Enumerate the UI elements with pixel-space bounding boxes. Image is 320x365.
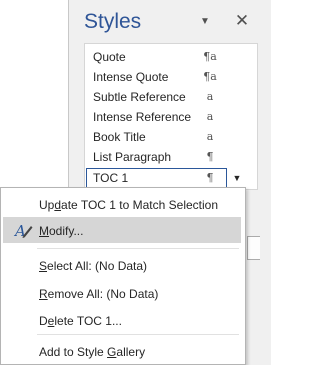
style-name: Intense Quote — [93, 70, 169, 84]
menu-separator — [37, 248, 239, 249]
style-item-toc-1[interactable]: TOC 1 ¶ ▼ — [85, 168, 257, 188]
menu-item-label: Remove All: (No Data) — [39, 287, 159, 301]
character-style-icon: a — [206, 130, 214, 143]
menu-item-add-to-gallery[interactable]: Add to Style Gallery — [3, 338, 241, 364]
style-context-menu: Update TOC 1 to Match Selection A Modify… — [0, 187, 246, 365]
menu-item-delete-style[interactable]: Delete TOC 1... — [3, 307, 241, 333]
caret-down-icon[interactable]: ▼ — [197, 15, 213, 29]
style-name: Book Title — [93, 130, 146, 144]
menu-item-remove-all[interactable]: Remove All: (No Data) — [3, 280, 241, 306]
menu-item-update-style[interactable]: Update TOC 1 to Match Selection — [3, 191, 241, 217]
style-item-quote[interactable]: Quote ¶a — [85, 47, 257, 67]
paragraph-char-icon: ¶a — [203, 70, 217, 83]
menu-item-modify[interactable]: A Modify... — [3, 217, 241, 243]
style-item-list-paragraph[interactable]: List Paragraph ¶ — [85, 147, 257, 167]
character-style-icon: a — [206, 90, 214, 103]
style-name: TOC 1 — [93, 171, 129, 185]
paragraph-style-icon: ¶ — [206, 150, 214, 163]
paragraph-char-icon: ¶a — [203, 50, 217, 63]
style-item-book-title[interactable]: Book Title a — [85, 127, 257, 147]
pane-title: Styles — [84, 10, 142, 33]
menu-item-label: Update TOC 1 to Match Selection — [39, 198, 219, 212]
menu-separator — [37, 334, 239, 335]
style-name: Intense Reference — [93, 110, 192, 124]
style-name: List Paragraph — [93, 150, 172, 164]
style-item-intense-reference[interactable]: Intense Reference a — [85, 107, 257, 127]
style-name: Quote — [93, 50, 126, 64]
menu-item-label: Delete TOC 1... — [39, 314, 122, 328]
style-item-intense-quote[interactable]: Intense Quote ¶a — [85, 67, 257, 87]
menu-item-label: Add to Style Gallery — [39, 345, 146, 359]
character-style-icon: a — [206, 110, 214, 123]
style-item-subtle-reference[interactable]: Subtle Reference a — [85, 87, 257, 107]
styles-list: Quote ¶a Intense Quote ¶a Subtle Referen… — [84, 43, 258, 190]
paragraph-style-icon: ¶ — [206, 171, 214, 184]
pane-options-button[interactable] — [247, 236, 260, 260]
style-name: Subtle Reference — [93, 90, 186, 104]
menu-item-select-all[interactable]: Select All: (No Data) — [3, 252, 241, 278]
style-dropdown-button[interactable]: ▼ — [228, 168, 246, 188]
modify-style-icon: A — [13, 220, 33, 240]
menu-item-label: Select All: (No Data) — [39, 259, 148, 273]
menu-item-label: Modify... — [39, 224, 84, 238]
close-icon[interactable]: ✕ — [233, 11, 251, 31]
